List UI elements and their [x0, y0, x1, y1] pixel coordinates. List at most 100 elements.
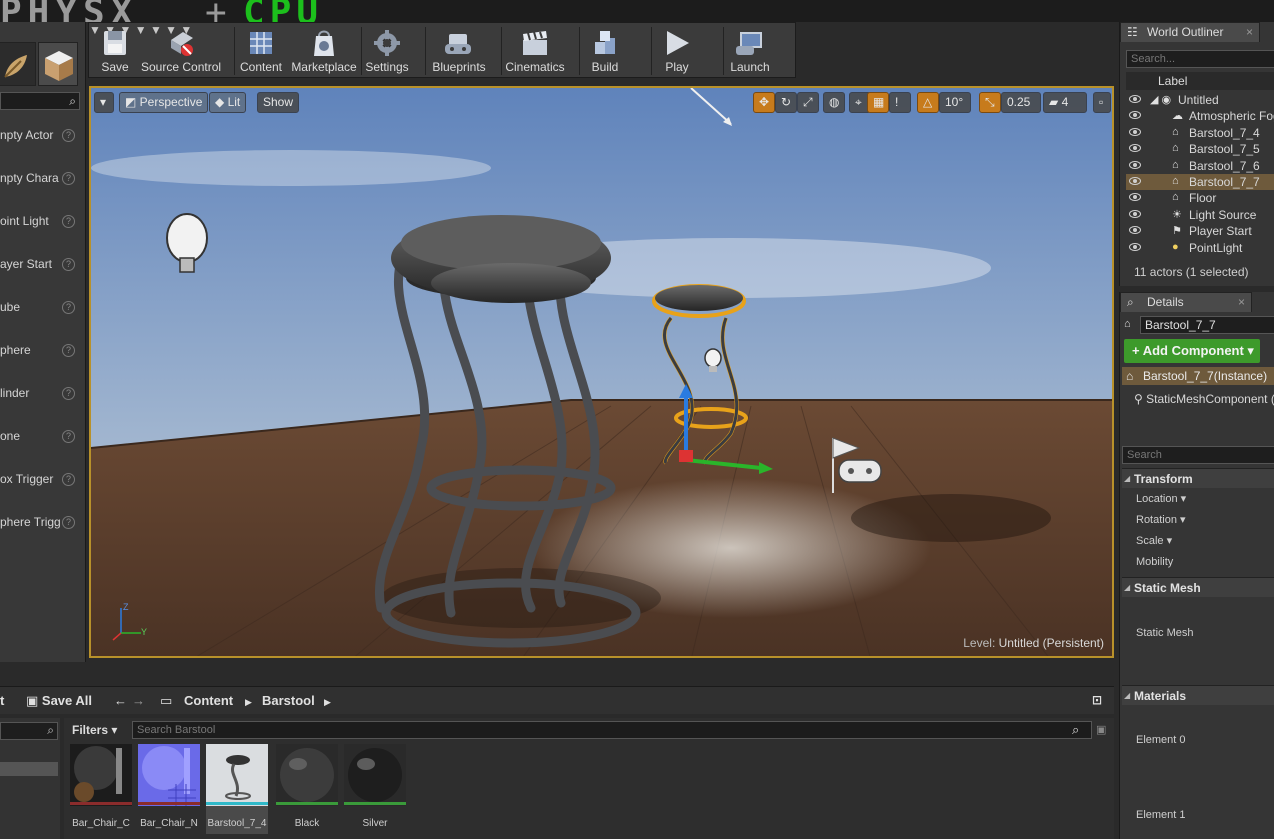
outliner-row-untitled[interactable]: ◢ ◉ Untitled	[1126, 92, 1274, 108]
place-item-empty-character[interactable]: npty Chara?	[0, 157, 84, 200]
forward-arrow-icon[interactable]: →	[132, 693, 145, 708]
close-icon[interactable]: ×	[1246, 23, 1253, 42]
selected-folder-row[interactable]	[0, 762, 58, 776]
visibility-eye-icon[interactable]	[1129, 209, 1141, 218]
save-all-button[interactable]: ▣ Save All	[26, 693, 92, 709]
filters-button[interactable]: Filters ▾	[72, 723, 117, 737]
outliner-row-pointlight[interactable]: ● PointLight	[1126, 240, 1274, 256]
transform-category[interactable]: Transform	[1122, 468, 1274, 489]
scale-snap-value[interactable]: 0.25	[1001, 92, 1041, 113]
lit-button[interactable]: ◆ Lit	[209, 92, 247, 113]
paint-mode-tab[interactable]	[0, 42, 36, 86]
place-search-input[interactable]: ⌕	[0, 92, 80, 110]
outliner-row-barstool-7-7[interactable]: ⌂ Barstool_7_7	[1126, 173, 1274, 191]
static-mesh-category[interactable]: Static Mesh	[1122, 577, 1274, 598]
help-icon[interactable]: ?	[62, 129, 75, 142]
visibility-eye-icon[interactable]	[1129, 176, 1141, 185]
help-icon[interactable]: ?	[62, 215, 75, 228]
visibility-eye-icon[interactable]	[1129, 95, 1141, 103]
help-icon[interactable]: ?	[62, 387, 75, 400]
outliner-row-light-source[interactable]: ☀ Light Source	[1126, 207, 1274, 223]
help-icon[interactable]: ?	[62, 430, 75, 443]
visibility-eye-icon[interactable]	[1129, 160, 1141, 169]
source-control-button[interactable]: Source Control	[141, 23, 221, 79]
cinematics-button[interactable]: Cinematics	[505, 23, 565, 79]
help-icon[interactable]: ?	[62, 301, 75, 314]
scale-snap-icon[interactable]: ⤡	[979, 92, 1001, 113]
save-button[interactable]: Save	[95, 23, 135, 79]
save-search-icon[interactable]: ▣	[1096, 723, 1106, 736]
marketplace-button[interactable]: Marketplace	[289, 23, 359, 79]
actor-name-field[interactable]: Barstool_7_7	[1140, 316, 1274, 334]
lock-icon[interactable]: ⊡	[1092, 693, 1102, 707]
details-search-input[interactable]: Search	[1122, 446, 1274, 464]
outliner-row-barstool-7-6[interactable]: ⌂ Barstool_7_6	[1126, 158, 1274, 174]
path-chevron-icon[interactable]: ▶	[245, 697, 252, 708]
tab-world-outliner[interactable]: ☷ World Outliner ×	[1120, 22, 1260, 42]
place-mode-tab[interactable]	[38, 42, 78, 86]
perspective-button[interactable]: ◩ Perspective	[119, 92, 209, 113]
scale-mode-icon[interactable]: ⤢	[797, 92, 819, 113]
asset-silver[interactable]: Silver	[344, 744, 406, 834]
path-barstool[interactable]: Barstool	[262, 693, 315, 708]
back-arrow-icon[interactable]: ←	[114, 693, 127, 708]
place-item-point-light[interactable]: oint Light?	[0, 200, 84, 243]
place-item-cylinder[interactable]: linder?	[0, 372, 84, 415]
help-icon[interactable]: ?	[62, 516, 75, 529]
play-button[interactable]: Play	[657, 23, 697, 79]
viewport-scene[interactable]: Z Y	[91, 88, 1114, 658]
outliner-row-barstool-7-4[interactable]: ⌂ Barstool_7_4	[1126, 125, 1274, 141]
asset-bar-chair-n[interactable]: Bar_Chair_N	[138, 744, 200, 834]
help-icon[interactable]: ?	[62, 344, 75, 357]
visibility-eye-icon[interactable]	[1129, 111, 1141, 120]
component-instance-row[interactable]: ⌂ Barstool_7_7(Instance)	[1122, 367, 1274, 385]
place-item-player-start[interactable]: ayer Start?	[0, 243, 84, 286]
place-item-box-trigger[interactable]: ox Trigger?	[0, 458, 84, 501]
outliner-row-player-start[interactable]: ⚑ Player Start	[1126, 223, 1274, 239]
place-item-sphere[interactable]: phere?	[0, 329, 84, 372]
show-button[interactable]: Show	[257, 92, 300, 113]
world-local-icon[interactable]: ◍	[823, 92, 845, 113]
outliner-search-input[interactable]: Search...	[1126, 50, 1274, 68]
place-item-sphere-trigger[interactable]: phere Trigg?	[0, 501, 84, 544]
rotation-property[interactable]: Rotation ▾	[1136, 513, 1186, 526]
visibility-eye-icon[interactable]	[1129, 242, 1141, 251]
build-button[interactable]: Build	[585, 23, 625, 79]
grid-snap-icon[interactable]: ▦	[867, 92, 889, 113]
static-mesh-component-row[interactable]: ⚲ StaticMeshComponent (Ir	[1134, 392, 1274, 406]
settings-button[interactable]: Settings	[365, 23, 409, 79]
outliner-row-atmospheric-fog[interactable]: ☁ Atmospheric Fog	[1126, 108, 1274, 124]
asset-search-input[interactable]: Search Barstool	[132, 721, 1092, 739]
asset-black[interactable]: Black	[276, 744, 338, 834]
visibility-eye-icon[interactable]	[1129, 127, 1141, 136]
viewport-options-button[interactable]: ▾	[94, 92, 114, 113]
location-property[interactable]: Location ▾	[1136, 492, 1186, 505]
rotate-mode-icon[interactable]: ↻	[775, 92, 797, 113]
visibility-eye-icon[interactable]	[1129, 193, 1141, 202]
place-item-empty-actor[interactable]: npty Actor?	[0, 114, 84, 157]
asset-bar-chair-c[interactable]: Bar_Chair_C	[70, 744, 132, 834]
import-button[interactable]: t	[0, 693, 4, 708]
launch-button[interactable]: Launch	[727, 23, 773, 79]
content-button[interactable]: Content	[239, 23, 283, 79]
help-icon[interactable]: ?	[62, 258, 75, 271]
rotation-snap-icon[interactable]: △	[917, 92, 939, 113]
translate-mode-icon[interactable]: ✥	[753, 92, 775, 113]
camera-speed-button[interactable]: ▰ 4	[1043, 92, 1087, 113]
tab-details[interactable]: ⌕ Details ×	[1120, 292, 1252, 312]
add-component-button[interactable]: + Add Component ▾	[1124, 339, 1260, 363]
maximize-viewport-icon[interactable]: ▫	[1093, 92, 1111, 113]
visibility-eye-icon[interactable]	[1129, 144, 1141, 153]
outliner-row-floor[interactable]: ⌂ Floor	[1126, 190, 1274, 206]
path-chevron-icon[interactable]: ▶	[324, 697, 331, 708]
sources-search-input[interactable]: ⌕	[0, 722, 58, 740]
scale-property[interactable]: Scale ▾	[1136, 534, 1172, 547]
rotation-snap-value[interactable]: 10°	[939, 92, 971, 113]
asset-barstool-7-4[interactable]: Barstool_7_4	[206, 744, 268, 834]
close-icon[interactable]: ×	[1238, 293, 1245, 312]
materials-category[interactable]: Materials	[1122, 685, 1274, 706]
place-item-cube[interactable]: ube?	[0, 286, 84, 329]
outliner-row-barstool-7-5[interactable]: ⌂ Barstool_7_5	[1126, 141, 1274, 157]
outliner-label-column[interactable]: Label	[1126, 72, 1274, 90]
level-viewport[interactable]: Z Y ▾ ◩ Perspective ◆ Lit Show ✥ ↻ ⤢ ◍ ⌖…	[89, 86, 1114, 658]
